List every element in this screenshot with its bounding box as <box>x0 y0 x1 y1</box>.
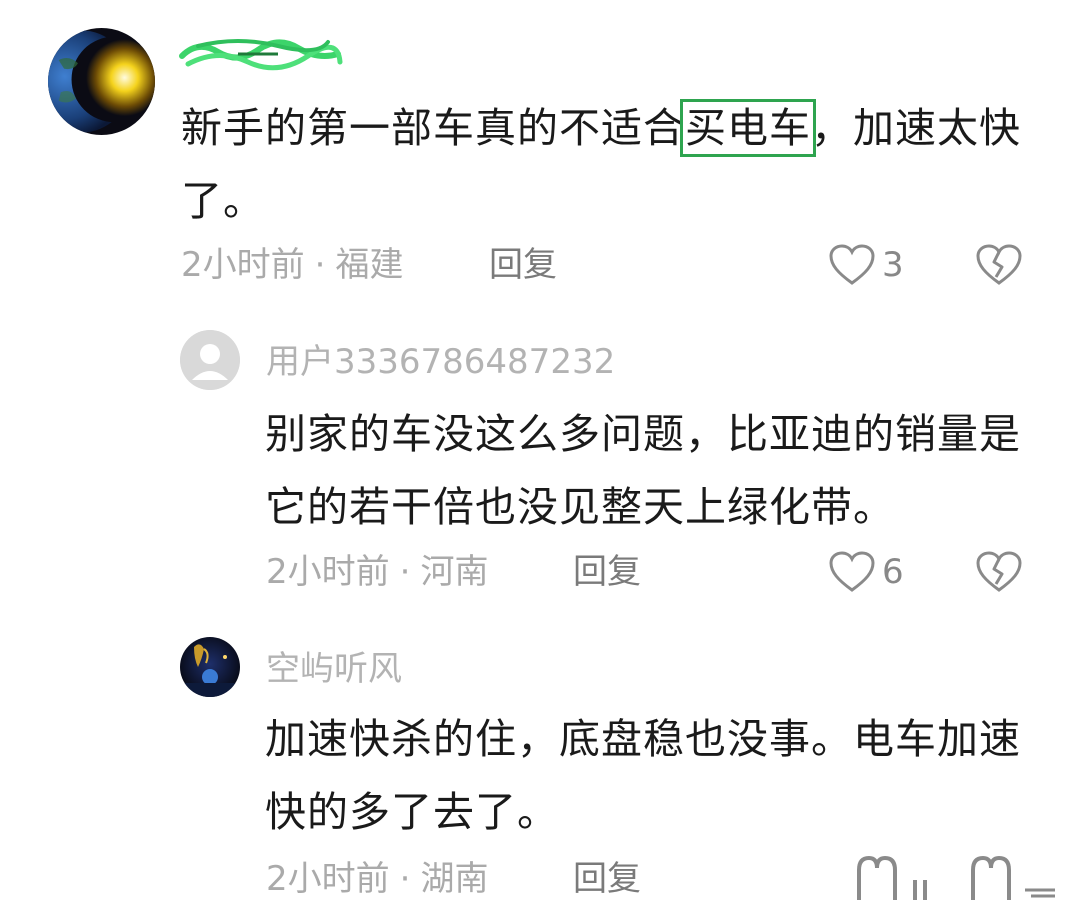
like-button[interactable]: 6 <box>828 550 904 594</box>
meta-separator: · <box>399 552 411 592</box>
earth-space-avatar-icon <box>48 28 155 135</box>
comment-time: 2小时前 <box>181 245 305 285</box>
comment-region: 福建 <box>335 245 404 285</box>
default-user-avatar-icon <box>180 330 240 390</box>
reply-button[interactable]: 回复 <box>489 248 557 282</box>
comment-region: 湖南 <box>420 859 489 899</box>
meta-separator: · <box>399 859 411 899</box>
comment-time: 2小时前 <box>266 859 390 899</box>
user-avatar[interactable] <box>48 28 155 135</box>
comment-text: 新手的第一部车真的不适合买电车，加速太快了。 <box>181 92 1021 238</box>
broken-heart-icon <box>976 244 1022 285</box>
cut-off-action-icons <box>857 855 1055 900</box>
user-avatar[interactable] <box>180 330 240 390</box>
comment-text: 加速快杀的住，底盘稳也没事。电车加速快的多了去了。 <box>265 715 1021 836</box>
reply-button[interactable]: 回复 <box>573 862 641 896</box>
comment-text: 别家的车没这么多问题，比亚迪的销量是它的若干倍也没见整天上绿化带。 <box>265 410 1021 531</box>
comment-text-part: 新手的第一部车真的不适合 <box>181 104 685 152</box>
comment-meta: 2小时前 · 湖南 <box>266 862 488 896</box>
night-scene-avatar-icon <box>180 637 240 697</box>
user-avatar[interactable] <box>180 637 240 697</box>
comment-region: 河南 <box>420 552 489 592</box>
comment-meta: 2小时前 · 河南 <box>266 555 488 589</box>
broken-heart-icon <box>976 551 1022 592</box>
username[interactable]: 用户3336786487232 <box>266 345 615 379</box>
like-button[interactable]: 3 <box>828 243 904 287</box>
like-count: 6 <box>882 552 904 592</box>
dislike-button[interactable] <box>975 243 1023 287</box>
heart-icon <box>829 551 875 592</box>
comment-time: 2小时前 <box>266 552 390 592</box>
heart-icon <box>829 244 875 285</box>
comment-thread: 新手的第一部车真的不适合买电车，加速太快了。 2小时前 · 福建 回复 3 用户33… <box>0 0 1080 921</box>
redacted-username <box>179 39 343 71</box>
username[interactable]: 空屿听风 <box>266 652 402 686</box>
meta-separator: · <box>314 245 326 285</box>
dislike-button[interactable] <box>975 550 1023 594</box>
reply-button[interactable]: 回复 <box>573 555 641 589</box>
like-count: 3 <box>882 245 904 285</box>
highlighted-phrase: 买电车 <box>680 99 816 157</box>
comment-meta: 2小时前 · 福建 <box>181 248 403 282</box>
